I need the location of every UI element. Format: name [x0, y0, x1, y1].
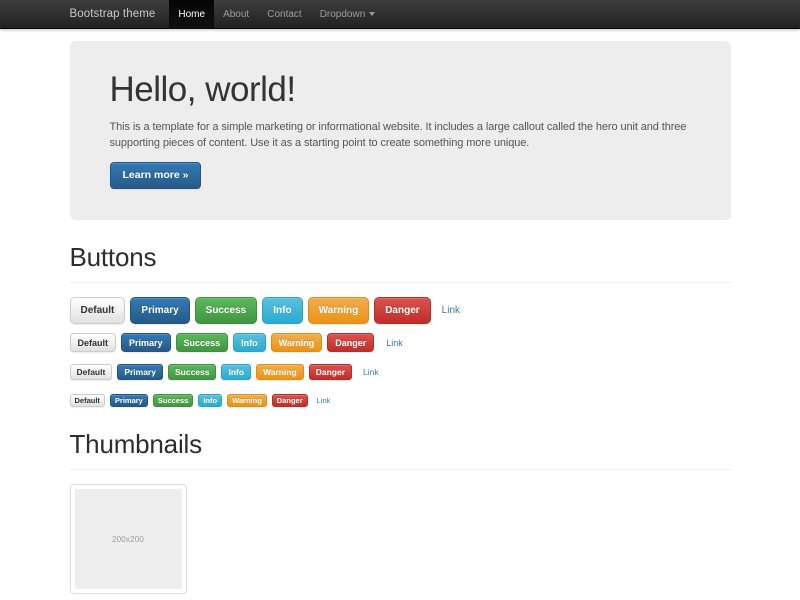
danger-button-md[interactable]: Danger: [327, 333, 374, 352]
link-button-xs[interactable]: Link: [313, 394, 335, 407]
hero-text: This is a template for a simple marketin…: [110, 119, 695, 151]
warning-button-md[interactable]: Warning: [271, 333, 323, 352]
nav-item-about[interactable]: About: [214, 0, 258, 28]
warning-button-lg[interactable]: Warning: [308, 297, 370, 324]
page: Bootstrap theme Home About Contact Dropdown…: [0, 0, 800, 594]
nav-item-dropdown[interactable]: Dropdown: [311, 0, 385, 28]
button-row-md: DefaultPrimary SuccessInfo WarningDanger Li…: [70, 333, 731, 352]
buttons-heading: Buttons: [70, 242, 731, 273]
success-button-lg[interactable]: Success: [195, 297, 258, 324]
hero-title: Hello, world!: [110, 71, 691, 110]
primary-button-md[interactable]: Primary: [121, 333, 171, 352]
nav-item-label: Contact: [267, 9, 301, 20]
navbar-menu: Home About Contact Dropdown: [169, 0, 384, 28]
nav-item-label: Home: [178, 9, 205, 20]
info-button-sm[interactable]: Info: [221, 364, 251, 380]
default-button-lg[interactable]: Default: [70, 297, 126, 324]
placeholder-label: 200x200: [112, 535, 144, 544]
info-button-md[interactable]: Info: [233, 333, 266, 352]
default-button-md[interactable]: Default: [70, 333, 117, 352]
placeholder-image: 200x200: [75, 489, 182, 589]
warning-button-xs[interactable]: Warning: [227, 394, 267, 407]
nav-item-contact[interactable]: Contact: [258, 0, 310, 28]
button-rows: DefaultPrimarySuccessInfoWarningDangerLi…: [70, 297, 731, 407]
hero-unit: Hello, world! This is a template for a s…: [70, 41, 731, 220]
success-button-xs[interactable]: Success: [153, 394, 193, 407]
link-button-md[interactable]: Link: [379, 333, 410, 352]
buttons-section-header: Buttons: [70, 242, 731, 283]
success-button-md[interactable]: Success: [176, 333, 229, 352]
thumbnail[interactable]: 200x200: [70, 484, 187, 594]
link-button-lg[interactable]: Link: [436, 297, 466, 324]
button-row-xs: Default Primary Success Info Warning Danger Li…: [70, 394, 731, 407]
navbar-inner: Bootstrap theme Home About Contact Dropdown: [70, 0, 731, 28]
thumbnails-heading: Thumbnails: [70, 429, 731, 460]
nav-item-label: Dropdown: [320, 9, 366, 20]
info-button-xs[interactable]: Info: [198, 394, 222, 407]
danger-button-lg[interactable]: Danger: [374, 297, 430, 324]
thumbnails-section-header: Thumbnails: [70, 429, 731, 470]
default-button-sm[interactable]: Default: [70, 364, 113, 380]
warning-button-sm[interactable]: Warning: [256, 364, 304, 380]
primary-button-sm[interactable]: Primary: [117, 364, 163, 380]
nav-item-home[interactable]: Home: [169, 0, 214, 28]
main-container: Hello, world! This is a template for a s…: [70, 41, 731, 594]
navbar-brand[interactable]: Bootstrap theme: [70, 0, 170, 28]
nav-item-label: About: [223, 9, 249, 20]
primary-button-lg[interactable]: Primary: [130, 297, 189, 324]
danger-button-sm[interactable]: Danger: [309, 364, 352, 380]
success-button-sm[interactable]: Success: [168, 364, 217, 380]
primary-button-xs[interactable]: Primary: [110, 394, 148, 407]
info-button-lg[interactable]: Info: [262, 297, 302, 324]
button-row-sm: DefaultPrimary SuccessInfo Warning Danger Li…: [70, 364, 731, 380]
navbar: Bootstrap theme Home About Contact Dropdown: [0, 0, 800, 29]
button-row-lg: DefaultPrimarySuccessInfoWarningDangerLi…: [70, 297, 731, 324]
learn-more-button[interactable]: Learn more »: [110, 162, 202, 189]
caret-down-icon: [369, 12, 375, 16]
danger-button-xs[interactable]: Danger: [272, 394, 308, 407]
link-button-sm[interactable]: Link: [357, 364, 385, 380]
default-button-xs[interactable]: Default: [70, 394, 105, 407]
